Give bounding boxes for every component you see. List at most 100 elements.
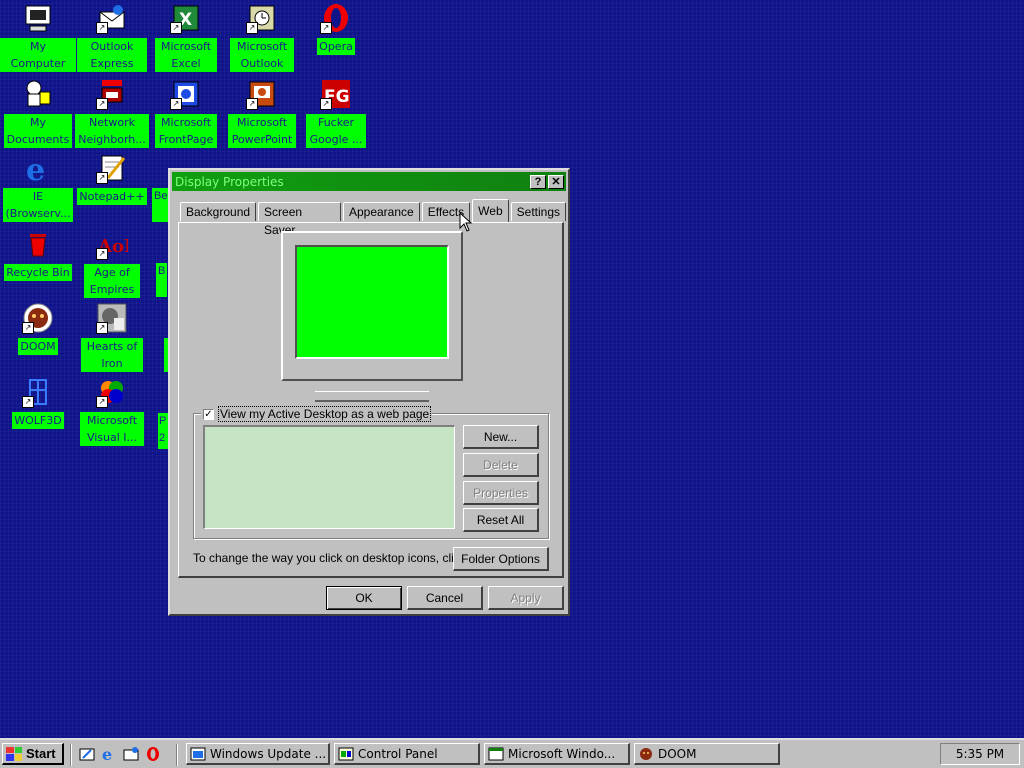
taskbar-separator <box>70 744 72 766</box>
active-desktop-checkbox[interactable]: ✓ <box>203 408 214 420</box>
close-button[interactable]: ✕ <box>548 174 564 189</box>
tab-web[interactable]: Web <box>472 199 509 222</box>
desktop-icon-label: Opera <box>317 38 355 55</box>
desktop-icon-microsoft-powerpoint[interactable]: ↗ Microsoft PowerPoint <box>224 78 300 148</box>
desktop-icon-wolf3d[interactable]: ↗ WOLF3D <box>0 376 76 429</box>
delete-button-label: Delete <box>483 457 518 472</box>
desktop-icon-label: Microsoft Excel <box>155 38 217 72</box>
display-properties-window: Display Properties ? ✕ Background Screen… <box>168 168 570 616</box>
wolf3d-icon: ↗ <box>22 376 54 408</box>
fg-icon: FG ↗ <box>320 78 352 110</box>
desktop-icon-microsoft-frontpage[interactable]: ↗ Microsoft FrontPage <box>148 78 224 148</box>
svg-text:e: e <box>26 153 45 184</box>
desktop-icon-label-partial: Be <box>152 188 170 222</box>
new-button-label: New... <box>483 429 518 444</box>
task-windows-update[interactable]: Windows Update ... <box>186 743 330 765</box>
task-label: Control Panel <box>358 746 438 761</box>
outlook-icon: ↗ <box>246 2 278 34</box>
internet-explorer-icon[interactable]: e <box>100 745 118 763</box>
windows-update-icon <box>190 747 206 760</box>
desktop-icon-network-neighborhood[interactable]: ↗ Network Neighborh... <box>74 78 150 148</box>
desktop-icon-label: Hearts of Iron <box>81 338 143 372</box>
new-button[interactable]: New... <box>463 425 539 449</box>
help-button[interactable]: ? <box>530 174 546 189</box>
ok-button-label: OK <box>355 591 373 605</box>
window-icon <box>488 747 504 760</box>
shortcut-arrow-icon: ↗ <box>170 22 182 34</box>
network-icon: ↗ <box>96 78 128 110</box>
desktop-icon-label: IE (Browserv... <box>3 188 73 222</box>
desktop-icon-hearts-of-iron[interactable]: ↗ Hearts of Iron <box>74 302 150 372</box>
tab-screen-saver[interactable]: Screen Saver <box>258 202 341 237</box>
frontpage-icon: ↗ <box>170 78 202 110</box>
excel-icon: X ↗ <box>170 2 202 34</box>
clock: 5:35 PM <box>955 747 1005 761</box>
desktop-icon-my-computer[interactable]: My Computer <box>0 2 76 72</box>
opera-icon[interactable] <box>144 745 162 763</box>
task-label: Microsoft Windo... <box>508 746 616 761</box>
desktop-icon-my-documents[interactable]: My Documents <box>0 78 76 148</box>
title-bar[interactable]: Display Properties ? ✕ <box>172 172 566 191</box>
tab-appearance[interactable]: Appearance <box>342 202 420 221</box>
shortcut-arrow-icon: ↗ <box>246 22 258 34</box>
tab-strip: Background Screen Saver Appearance Effec… <box>180 199 568 237</box>
active-desktop-items-list[interactable] <box>203 425 455 529</box>
desktop-icon-label: WOLF3D <box>12 412 64 429</box>
desktop-icon-recycle-bin[interactable]: Recycle Bin <box>0 228 76 281</box>
tab-background[interactable]: Background <box>180 202 257 221</box>
ok-button[interactable]: OK <box>326 586 402 610</box>
desktop-icon-microsoft-excel[interactable]: X ↗ Microsoft Excel <box>148 2 224 72</box>
svg-text:e: e <box>102 746 112 762</box>
active-desktop-checkbox-row[interactable]: ✓ View my Active Desktop as a web page <box>201 406 433 422</box>
desktop-icon-microsoft-visual[interactable]: ↗ Microsoft Visual I... <box>74 376 150 446</box>
desktop-icon-outlook-express[interactable]: ↗ Outlook Express <box>74 2 150 72</box>
task-label: DOOM <box>658 746 697 761</box>
computer-icon <box>22 2 54 34</box>
desktop-icon-opera[interactable]: ↗ Opera <box>298 2 374 55</box>
properties-button-label: Properties <box>473 485 528 500</box>
desktop-icon-doom[interactable]: ↗ DOOM <box>0 302 76 355</box>
show-desktop-icon[interactable] <box>78 745 96 763</box>
apply-button-label: Apply <box>510 590 541 605</box>
system-tray[interactable]: 5:35 PM <box>940 743 1020 765</box>
recycle-bin-icon <box>22 228 54 260</box>
task-doom[interactable]: DOOM <box>634 743 780 765</box>
desktop-icon-label: Fucker Google ... <box>306 114 366 148</box>
cancel-button-label: Cancel <box>425 590 464 605</box>
task-control-panel[interactable]: Control Panel <box>334 743 480 765</box>
desktop-icon-notepad-plus-plus[interactable]: ↗ Notepad++ <box>74 152 150 205</box>
active-desktop-checkbox-label[interactable]: View my Active Desktop as a web page <box>217 406 432 422</box>
desktop-icon-label: Recycle Bin <box>4 264 72 281</box>
properties-button[interactable]: Properties <box>463 481 539 505</box>
folder-options-button-label: Folder Options <box>461 551 540 566</box>
desktop-icon-age-of-empires[interactable]: AoE ↗ Age of Empires <box>74 228 150 298</box>
monitor-preview <box>281 231 463 381</box>
shortcut-arrow-icon: ↗ <box>22 396 34 408</box>
monitor-screen <box>295 245 449 359</box>
cancel-button[interactable]: Cancel <box>407 586 483 610</box>
shortcut-arrow-icon: ↗ <box>96 322 108 334</box>
start-button[interactable]: Start <box>2 743 64 765</box>
notepad-icon: ↗ <box>96 152 128 184</box>
desktop-icon-microsoft-outlook[interactable]: ↗ Microsoft Outlook <box>224 2 300 72</box>
task-microsoft-windows[interactable]: Microsoft Windo... <box>484 743 630 765</box>
delete-button[interactable]: Delete <box>463 453 539 477</box>
apply-button[interactable]: Apply <box>488 586 564 610</box>
desktop-icon-google[interactable]: FG ↗ Fucker Google ... <box>298 78 374 148</box>
reset-all-button[interactable]: Reset All <box>463 508 539 532</box>
desktop-icon-label: My Computer <box>0 38 76 72</box>
desktop-icon-ie[interactable]: e IE (Browserv... <box>0 152 76 222</box>
outlook-express-icon[interactable] <box>122 745 140 763</box>
partial-text: P <box>159 415 167 427</box>
doom-icon: ↗ <box>22 302 54 334</box>
shortcut-arrow-icon: ↗ <box>96 172 108 184</box>
desktop-icon-label: Microsoft Visual I... <box>80 412 144 446</box>
desktop-icon-label: Microsoft Outlook <box>230 38 294 72</box>
shortcut-arrow-icon: ↗ <box>320 98 332 110</box>
window-title: Display Properties <box>175 174 284 189</box>
tab-settings[interactable]: Settings <box>510 202 566 221</box>
shortcut-arrow-icon: ↗ <box>96 98 108 110</box>
monitor-base <box>315 391 429 402</box>
folder-options-button[interactable]: Folder Options <box>453 547 549 571</box>
shortcut-arrow-icon: ↗ <box>96 396 108 408</box>
